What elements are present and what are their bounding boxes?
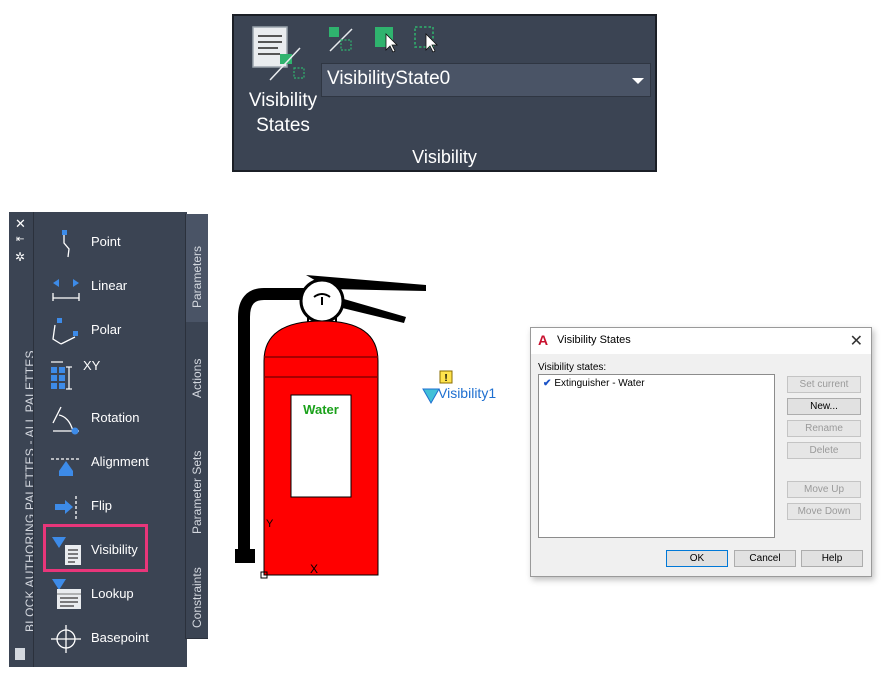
palette-item-label: Linear [91, 278, 128, 293]
dialog-title: Visibility States [557, 334, 631, 346]
visibility-state-value: VisibilityState0 [327, 68, 451, 89]
tab-label: Parameter Sets [190, 450, 204, 534]
visibility-grip-icon[interactable] [422, 388, 440, 405]
tab-parameter-sets[interactable]: Parameter Sets [185, 430, 208, 549]
tab-label: Actions [190, 358, 204, 398]
palette-item-label: Rotation [91, 410, 140, 425]
new-button[interactable]: New... [787, 398, 861, 415]
palette-item-lookup[interactable]: Lookup [39, 575, 179, 615]
visibility-states-button[interactable]: Visibility States [238, 20, 320, 138]
visibility-states-label-line1: Visibility [248, 90, 318, 111]
palette-item-xy[interactable]: XY [39, 355, 179, 395]
visibility-states-icon [252, 26, 305, 81]
palette-item-rotation[interactable]: Rotation [39, 399, 179, 439]
check-icon: ✔ [543, 378, 552, 389]
tab-label: Parameters [190, 245, 204, 308]
make-invisible-icon[interactable] [372, 24, 402, 54]
polar-parameter-icon [52, 318, 78, 345]
linear-parameter-icon [52, 279, 80, 301]
palette-item-alignment[interactable]: Alignment [39, 443, 179, 483]
axis-y-label: Y [266, 518, 274, 530]
palette-item-label: Polar [91, 322, 122, 337]
tab-constraints[interactable]: Constraints [185, 548, 208, 639]
flip-parameter-icon [55, 496, 77, 519]
palette-item-linear[interactable]: Linear [39, 267, 179, 307]
visibility-states-dialog: A Visibility States ✕ Visibility states:… [530, 327, 872, 577]
palette-menu-icon[interactable] [15, 648, 25, 660]
rename-button[interactable]: Rename [787, 420, 861, 437]
help-button[interactable]: Help [801, 550, 863, 567]
ok-button[interactable]: OK [666, 550, 728, 567]
fire-extinguisher-drawing: Water Y X ! Visibility1 [235, 275, 496, 579]
xy-parameter-icon [51, 361, 72, 390]
auto-hide-icon[interactable]: ⇤ [16, 234, 24, 245]
visibility-states-label: Visibility States [244, 88, 322, 138]
make-visible-icon[interactable] [326, 24, 356, 54]
point-parameter-icon [62, 230, 70, 258]
axis-x-label: X [310, 562, 318, 576]
palette-item-point[interactable]: Point [39, 223, 179, 263]
chevron-down-icon[interactable] [632, 78, 644, 84]
properties-icon[interactable]: ✲ [15, 250, 25, 264]
extinguisher-label: Water [303, 402, 339, 417]
visibility-states-list-label: Visibility states: [538, 362, 607, 373]
palette-item-label: Alignment [91, 454, 149, 469]
palette-item-label: XY [83, 358, 101, 373]
cancel-button[interactable]: Cancel [734, 550, 796, 567]
list-item-label: Extinguisher - Water [554, 378, 645, 389]
list-item[interactable]: ✔ Extinguisher - Water [543, 378, 645, 389]
warning-glyph: ! [444, 373, 447, 384]
ribbon-visibility-panel: Visibility States VisibilityState0 Visib… [232, 14, 657, 172]
delete-button[interactable]: Delete [787, 442, 861, 459]
visibility-states-list[interactable]: ✔ Extinguisher - Water [538, 374, 775, 538]
tab-actions[interactable]: Actions [185, 322, 208, 431]
close-icon[interactable]: ✕ [15, 216, 26, 232]
alignment-parameter-icon [51, 458, 81, 476]
palette-item-basepoint[interactable]: Basepoint [39, 619, 179, 659]
set-current-button[interactable]: Set current [787, 376, 861, 393]
move-up-button[interactable]: Move Up [787, 481, 861, 498]
palette-item-label: Lookup [91, 586, 134, 601]
basepoint-parameter-icon [51, 625, 81, 653]
hose-nozzle [235, 549, 255, 563]
autocad-logo-icon: A [538, 332, 549, 348]
palette-title-strip: ✕ ⇤ ✲ BLOCK AUTHORING PALETTES - ALL PAL… [9, 212, 37, 667]
palette-item-label: Flip [91, 498, 112, 513]
panel-title: Visibility [412, 147, 477, 167]
palette-item-flip[interactable]: Flip [39, 487, 179, 527]
visibility-highlight-box [43, 524, 148, 572]
tab-label: Constraints [190, 567, 204, 628]
palette-item-label: Basepoint [91, 630, 149, 645]
visibility-states-label-line2: States [256, 115, 310, 136]
dialog-titlebar: A Visibility States ✕ [531, 328, 871, 354]
select-icon[interactable] [412, 24, 442, 54]
tab-parameters[interactable]: Parameters [185, 214, 208, 323]
close-icon[interactable]: ✕ [850, 331, 863, 351]
rotation-parameter-icon [52, 406, 79, 435]
palette-item-polar[interactable]: Polar [39, 311, 179, 351]
lookup-parameter-icon [52, 579, 81, 609]
visibility-state-dropdown[interactable]: VisibilityState0 [321, 63, 651, 97]
visibility-parameter-label[interactable]: Visibility1 [438, 385, 496, 401]
block-authoring-palette: ✕ ⇤ ✲ BLOCK AUTHORING PALETTES - ALL PAL… [9, 212, 208, 667]
palette-item-label: Point [91, 234, 121, 249]
move-down-button[interactable]: Move Down [787, 503, 861, 520]
